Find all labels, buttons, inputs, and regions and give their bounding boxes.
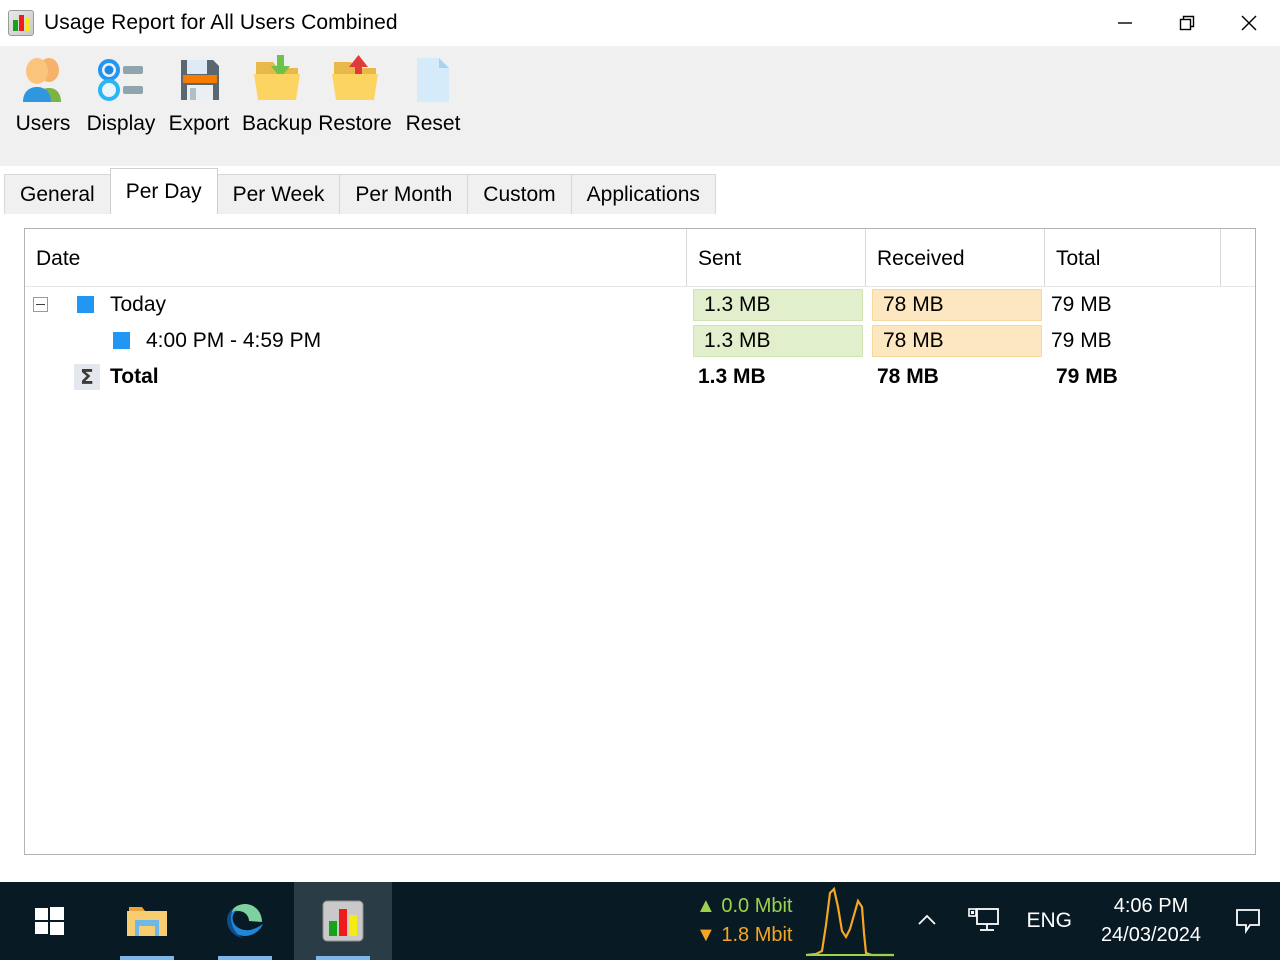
chevron-up-icon <box>914 908 940 934</box>
tab-applications[interactable]: Applications <box>571 174 716 214</box>
table-row[interactable]: Today 1.3 MB 78 MB 79 MB <box>25 287 1255 323</box>
cell-received: 78 MB <box>872 289 1042 321</box>
column-header-received[interactable]: Received <box>877 247 965 271</box>
taskbar: ▲ 0.0 Mbit ▼ 1.8 Mbit <box>0 882 1280 960</box>
edge-icon <box>224 900 266 942</box>
networx-button[interactable] <box>294 882 392 960</box>
table-body: Today 1.3 MB 78 MB 79 MB 4:00 PM - 4:59 … <box>25 287 1255 395</box>
cell-received: 78 MB <box>872 325 1042 357</box>
cell-date: 4:00 PM - 4:59 PM <box>146 323 321 359</box>
toolbar: Users Display Export <box>0 46 1280 166</box>
edge-button[interactable] <box>196 882 294 960</box>
blue-square-icon <box>77 296 94 313</box>
language-indicator[interactable]: ENG <box>1012 909 1086 933</box>
cell-sent: 1.3 MB <box>693 325 863 357</box>
clock[interactable]: 4:06 PM 24/03/2024 <box>1086 892 1216 950</box>
network-monitor-tray-icon[interactable] <box>956 906 1012 936</box>
cell-sent: 1.3 MB <box>693 289 863 321</box>
table-header: Date Sent Received Total <box>25 229 1255 287</box>
clock-date: 24/03/2024 <box>1101 921 1201 950</box>
cell-sent: 1.3 MB <box>698 359 766 395</box>
window-title: Usage Report for All Users Combined <box>44 11 398 35</box>
start-button[interactable] <box>0 882 98 960</box>
tab-per-day[interactable]: Per Day <box>110 168 218 214</box>
toolbar-button-reset[interactable]: Reset <box>394 46 472 136</box>
tab-custom[interactable]: Custom <box>467 174 571 214</box>
usage-table: Date Sent Received Total Today 1.3 MB 78… <box>25 229 1255 854</box>
toolbar-button-backup[interactable]: Backup <box>238 46 316 136</box>
tab-general[interactable]: General <box>4 174 111 214</box>
minimize-button[interactable] <box>1094 0 1156 46</box>
tab-bar: General Per Day Per Week Per Month Custo… <box>0 170 1280 214</box>
floppy-save-icon <box>173 54 225 110</box>
tab-per-week[interactable]: Per Week <box>217 174 341 214</box>
toolbar-button-export[interactable]: Export <box>160 46 238 136</box>
toolbar-label: Display <box>87 112 156 136</box>
cell-received: 78 MB <box>877 359 939 395</box>
usage-table-panel: Date Sent Received Total Today 1.3 MB 78… <box>24 228 1256 855</box>
file-explorer-button[interactable] <box>98 882 196 960</box>
show-hidden-icons-button[interactable] <box>898 908 956 934</box>
action-center-button[interactable] <box>1216 906 1280 936</box>
upload-speed: ▲ 0.0 Mbit <box>696 892 793 921</box>
toolbar-label: Export <box>169 112 230 136</box>
column-header-date[interactable]: Date <box>36 247 80 271</box>
folder-icon <box>126 902 168 940</box>
cell-date: Today <box>110 287 166 323</box>
toolbar-button-users[interactable]: Users <box>4 46 82 136</box>
title-bar: Usage Report for All Users Combined <box>0 0 1280 46</box>
cell-date: Total <box>110 359 159 395</box>
restore-button[interactable] <box>1156 0 1218 46</box>
clock-time: 4:06 PM <box>1114 892 1188 921</box>
folder-upload-icon <box>329 54 381 110</box>
network-monitor-icon <box>967 906 1001 936</box>
collapse-box-icon[interactable] <box>33 297 48 312</box>
download-speed: ▼ 1.8 Mbit <box>696 921 793 950</box>
cell-total: 79 MB <box>1056 359 1118 395</box>
column-header-total[interactable]: Total <box>1056 247 1100 271</box>
toolbar-button-display[interactable]: Display <box>82 46 160 136</box>
toolbar-label: Backup <box>242 112 312 136</box>
folder-download-icon <box>251 54 303 110</box>
display-list-icon <box>95 54 147 110</box>
sigma-icon: Σ <box>74 364 100 390</box>
network-speed-indicator[interactable]: ▲ 0.0 Mbit ▼ 1.8 Mbit <box>696 892 803 950</box>
bar-chart-icon <box>8 10 34 36</box>
cell-total: 79 MB <box>1051 287 1112 323</box>
triangle-up-icon: ▲ <box>696 895 716 917</box>
toolbar-label: Restore <box>318 112 392 136</box>
action-center-icon <box>1233 906 1263 936</box>
close-button[interactable] <box>1218 0 1280 46</box>
toolbar-button-restore[interactable]: Restore <box>316 46 394 136</box>
toolbar-label: Reset <box>406 112 461 136</box>
toolbar-label: Users <box>16 112 71 136</box>
column-header-sent[interactable]: Sent <box>698 247 741 271</box>
windows-logo-icon <box>33 905 65 937</box>
blank-document-icon <box>407 54 459 110</box>
cell-total: 79 MB <box>1051 323 1112 359</box>
network-activity-graph[interactable] <box>802 885 898 957</box>
users-icon <box>17 54 69 110</box>
system-tray: ▲ 0.0 Mbit ▼ 1.8 Mbit <box>696 882 1280 960</box>
blue-square-icon <box>113 332 130 349</box>
triangle-down-icon: ▼ <box>696 924 716 946</box>
table-row-total[interactable]: Σ Total 1.3 MB 78 MB 79 MB <box>25 359 1255 395</box>
tab-per-month[interactable]: Per Month <box>339 174 468 214</box>
bar-chart-icon <box>321 899 365 943</box>
window-controls <box>1094 0 1280 46</box>
table-row[interactable]: 4:00 PM - 4:59 PM 1.3 MB 78 MB 79 MB <box>25 323 1255 359</box>
